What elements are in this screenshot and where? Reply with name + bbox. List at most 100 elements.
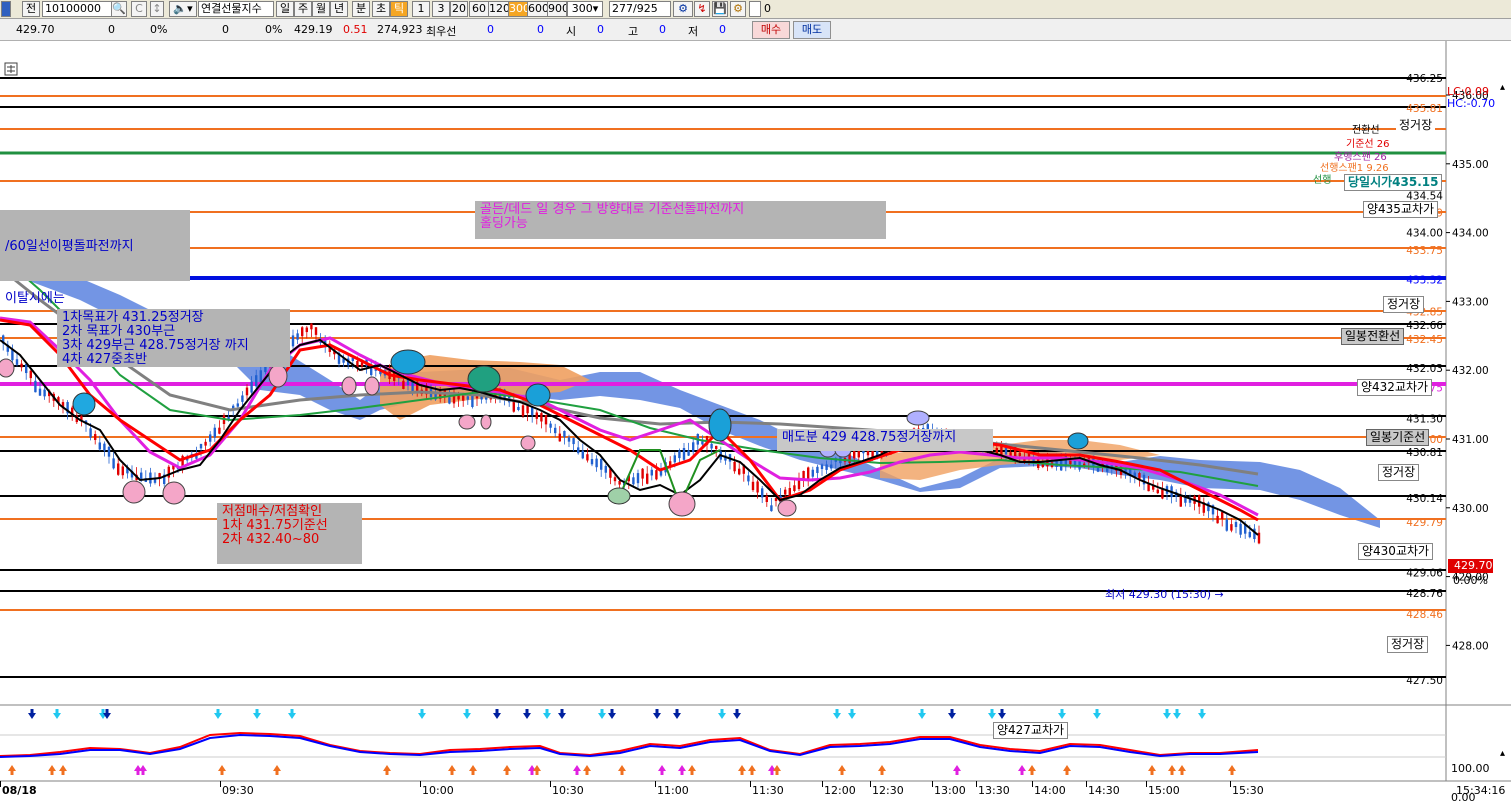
up-arrow-icon [583, 765, 591, 775]
interval-select-value: 300 [571, 2, 593, 15]
down-arrow-icon [673, 709, 681, 719]
code-step-icon[interactable]: ↕ [150, 1, 164, 17]
up-arrow-icon [658, 765, 666, 775]
level-value-v430_81: 430.81 [1406, 447, 1443, 459]
chart-type-icon[interactable]: ↯ [694, 1, 710, 17]
down-arrow-icon [543, 709, 551, 719]
down-arrow-icon [608, 709, 616, 719]
tag-ilbong-g: 일봉기준선 [1366, 429, 1430, 446]
code-prev-icon[interactable]: C [131, 1, 147, 17]
search-icon[interactable]: 🔍 [111, 1, 127, 17]
down-arrow-icon [463, 709, 471, 719]
quote-best-bid: 0 [487, 23, 494, 36]
period-tick[interactable]: 틱 [390, 1, 408, 17]
target-note-box: 1차목표가 431.25정거장 2차 목표가 430부근 3차 429부근 42… [57, 309, 290, 367]
interval-900[interactable]: 900 [547, 1, 567, 17]
chart-expand-icon[interactable]: ▴ [1500, 82, 1505, 93]
osc-expand-icon[interactable]: ▴ [1500, 748, 1505, 759]
up-arrow-icon [773, 765, 781, 775]
up-arrow-icon [1178, 765, 1186, 775]
jeon-button[interactable]: 전 [22, 1, 40, 17]
down-arrow-icon [214, 709, 222, 719]
left-note-line1: /60일선이평돌파전까지 [5, 239, 134, 254]
y-axis-label: 435.00 [1452, 159, 1489, 171]
up-arrow-icon [383, 765, 391, 775]
down-arrow-icon [253, 709, 261, 719]
buy-button[interactable]: 매수 [752, 21, 790, 39]
options-checkbox[interactable] [749, 1, 761, 17]
product-name[interactable]: 연결선물지수 [198, 1, 274, 17]
quote-best-ask: 0 [537, 23, 544, 36]
time-axis-label: 13:30 [978, 784, 1010, 797]
last-pct: 0.00% [1453, 574, 1488, 587]
page-counter: 277/925 [609, 1, 671, 17]
up-arrow-icon [878, 765, 886, 775]
price-chart[interactable]: 436.25435.81434.54434.29434.00433.75433.… [0, 41, 1511, 805]
logo-icon [1, 1, 11, 17]
hc-label: HC:-0.70 [1447, 97, 1496, 110]
save-icon[interactable]: 💾 [712, 1, 728, 17]
up-arrow-icon [573, 765, 581, 775]
period-week[interactable]: 주 [294, 1, 312, 17]
y-axis-label: 432.00 [1452, 365, 1489, 377]
period-second[interactable]: 초 [372, 1, 390, 17]
interval-600[interactable]: 600 [527, 1, 549, 17]
chart-area[interactable]: 436.25435.81434.54434.29434.00433.75433.… [0, 41, 1511, 805]
tools-icon[interactable]: ⚙ [673, 1, 693, 17]
up-arrow-icon [1018, 765, 1026, 775]
quote-last: 429.19 [294, 23, 333, 36]
interval-120[interactable]: 120 [488, 1, 510, 17]
quote-pct2: 0% [265, 23, 283, 36]
interval-60[interactable]: 60 [469, 1, 489, 17]
quote-volume: 274,923 [377, 23, 423, 36]
down-arrow-icon [653, 709, 661, 719]
interval-300[interactable]: 300 [508, 1, 528, 17]
level-value-v431_30: 431.30 [1406, 413, 1443, 425]
quote-v1: 0 [108, 23, 115, 36]
oscillator-panel [0, 709, 1446, 775]
tag-y435: 양435교차가 [1363, 201, 1439, 218]
settings-icon[interactable]: ⚙ [730, 1, 746, 17]
time-axis-label: 08/18 [2, 784, 37, 797]
up-arrow-icon [678, 765, 686, 775]
tag-jung4: 정거장 [1387, 636, 1429, 653]
up-arrow-icon [1148, 765, 1156, 775]
down-arrow-icon [988, 709, 996, 719]
level-value-v432_66: 432.66 [1406, 320, 1443, 332]
up-arrow-icon [1028, 765, 1036, 775]
up-arrow-icon [618, 765, 626, 775]
interval-20[interactable]: 20 [450, 1, 468, 17]
tag-jung2: 정거장 [1383, 296, 1425, 313]
period-year[interactable]: 년 [330, 1, 348, 17]
period-minute[interactable]: 분 [352, 1, 370, 17]
interval-3[interactable]: 3 [432, 1, 450, 17]
tag-ilbong-j: 일봉전환선 [1341, 328, 1405, 345]
tag-dangil: 당일시가435.15 [1344, 174, 1443, 191]
up-arrow-icon [273, 765, 281, 775]
left-note-line2: 이탈시에는 [5, 291, 65, 306]
down-arrow-icon [1093, 709, 1101, 719]
y-axis-label: 428.00 [1452, 640, 1489, 652]
level-value-v435_81: 435.81 [1406, 103, 1443, 115]
down-arrow-icon [418, 709, 426, 719]
time-axis-label: 14:00 [1034, 784, 1066, 797]
time-axis-label: 11:30 [752, 784, 784, 797]
period-day[interactable]: 일 [276, 1, 294, 17]
quote-high: 0 [659, 23, 666, 36]
interval-1[interactable]: 1 [412, 1, 430, 17]
quote-high-label: 고 [628, 25, 639, 38]
quote-pct1: 0% [150, 23, 168, 36]
down-arrow-icon [28, 709, 36, 719]
up-arrow-icon [838, 765, 846, 775]
speaker-icon[interactable]: 🔈▾ [169, 1, 197, 17]
down-arrow-icon [1173, 709, 1181, 719]
period-month[interactable]: 월 [312, 1, 330, 17]
down-arrow-icon [948, 709, 956, 719]
level-value-v429_06: 429.06 [1406, 567, 1443, 579]
sell-button[interactable]: 매도 [793, 21, 831, 39]
time-axis-label: 09:30 [222, 784, 254, 797]
up-arrow-icon [48, 765, 56, 775]
interval-select[interactable]: 300▾ [567, 1, 603, 17]
up-arrow-icon [469, 765, 477, 775]
code-input[interactable]: 10100000 [42, 1, 112, 17]
